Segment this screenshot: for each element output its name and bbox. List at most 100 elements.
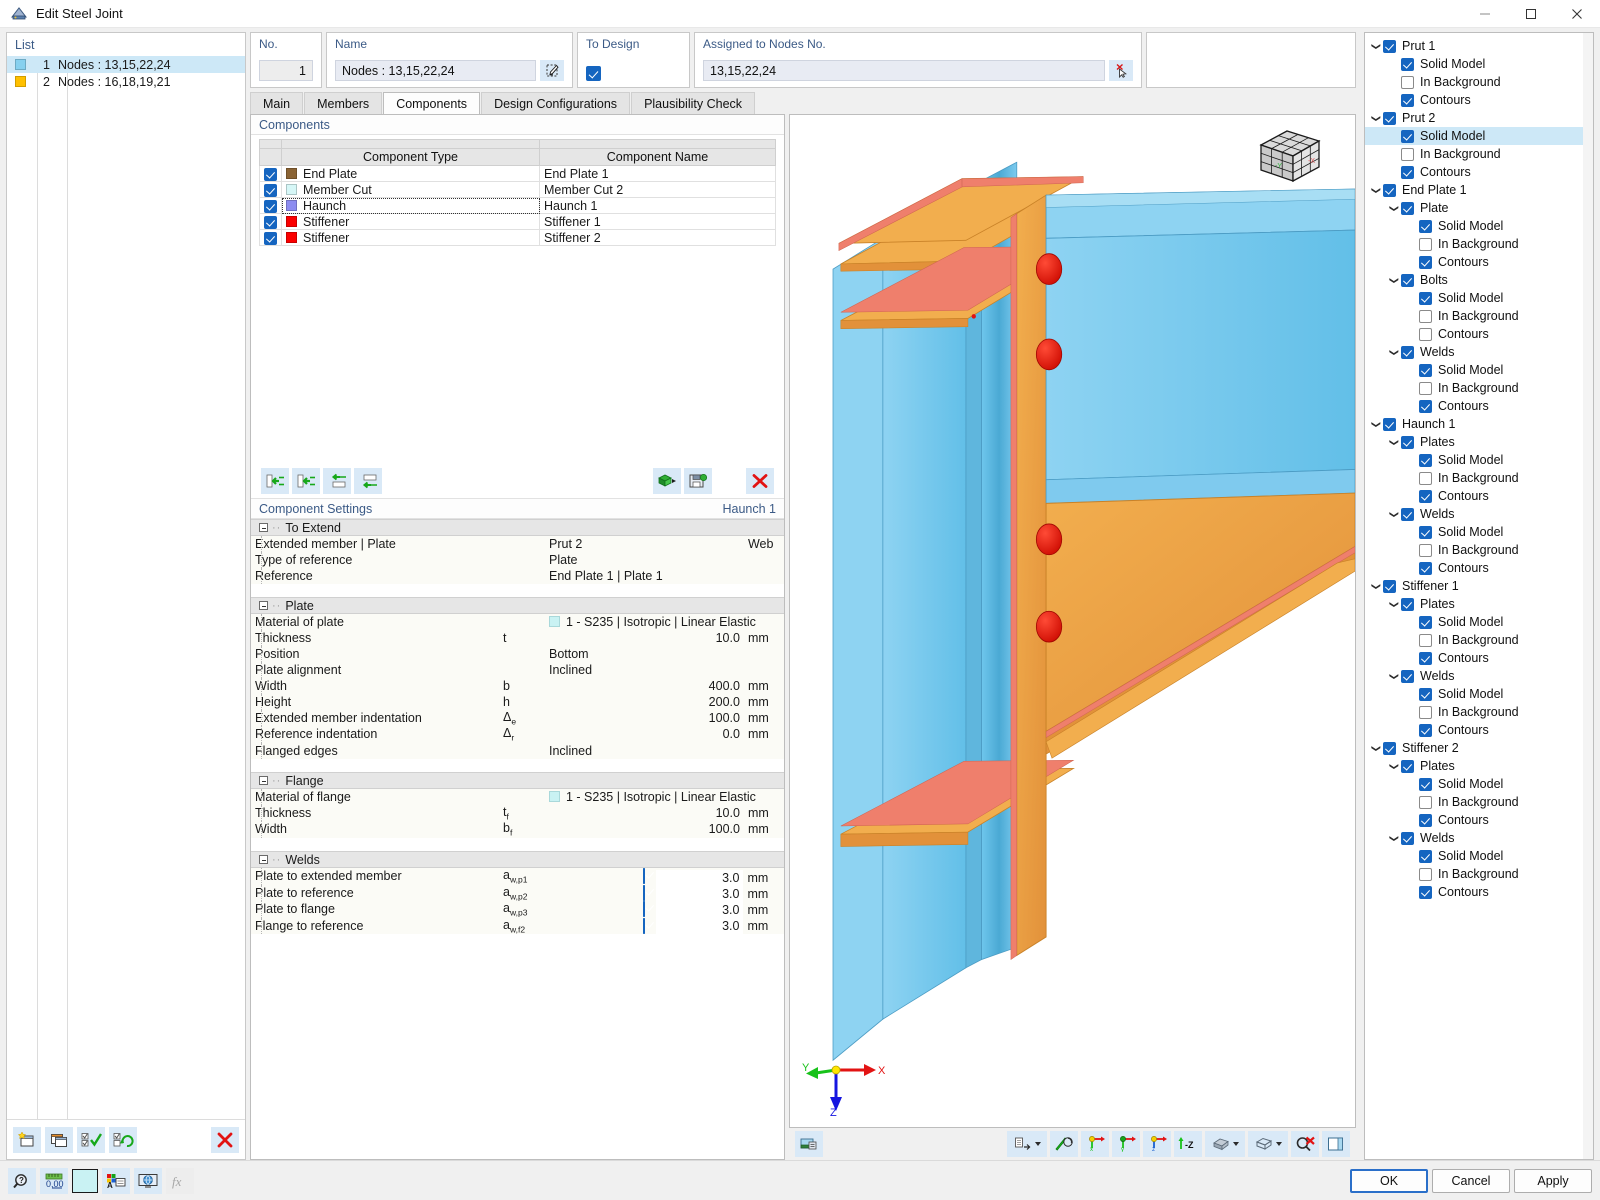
globe-screen-icon[interactable]	[134, 1168, 162, 1194]
settings-row[interactable]: Plate to flange aw,p3	[251, 901, 784, 918]
double-fillet-weld-icon[interactable]	[744, 868, 784, 885]
model-viewport[interactable]: -Y -X X Y	[789, 114, 1356, 1128]
edit-pencil-icon[interactable]	[540, 60, 564, 81]
setting-number[interactable]: 100.0	[545, 821, 744, 838]
chevron-down-icon[interactable]: ❯	[1371, 39, 1382, 53]
display-tree-panel[interactable]: ❯Prut 1❯Solid Model❯In Background❯Contou…	[1364, 32, 1594, 1160]
tree-item[interactable]: ❯In Background	[1365, 235, 1591, 253]
tree-item[interactable]: ❯In Background	[1365, 703, 1591, 721]
settings-row[interactable]: Plate to reference aw,p2	[251, 885, 784, 902]
tree-item-checkbox[interactable]	[1419, 364, 1432, 377]
table-row[interactable]: Member Cut Member Cut 2	[260, 182, 776, 198]
chevron-down-icon[interactable]: ❯	[1389, 759, 1400, 773]
tree-item-checkbox[interactable]	[1401, 58, 1414, 71]
tree-item[interactable]: ❯Solid Model	[1365, 523, 1591, 541]
setting-value-material[interactable]: 1 - S235 | Isotropic | Linear Elastic	[545, 614, 784, 630]
units-ruler-icon[interactable]: 0,00	[40, 1168, 68, 1194]
weld-checkbox-cell[interactable]	[545, 918, 744, 935]
color-swatch[interactable]	[72, 1169, 98, 1193]
render-settings-icon[interactable]	[795, 1131, 823, 1157]
settings-group-header[interactable]: ·· Flange	[251, 773, 784, 789]
settings-row[interactable]: Position Bottom	[251, 646, 784, 662]
tree-item[interactable]: ❯Contours	[1365, 649, 1591, 667]
setting-number[interactable]: 10.0	[545, 805, 744, 822]
tree-item[interactable]: ❯Contours	[1365, 883, 1591, 901]
weld-checkbox-cell[interactable]	[545, 868, 744, 885]
double-fillet-weld-icon[interactable]	[744, 901, 784, 918]
tree-item[interactable]: ❯Welds	[1365, 505, 1591, 523]
tree-item-checkbox[interactable]	[1419, 544, 1432, 557]
weld-checkbox[interactable]	[643, 918, 645, 934]
setting-value[interactable]: Plate	[545, 552, 784, 568]
tree-item-checkbox[interactable]	[1401, 760, 1414, 773]
settings-group-header[interactable]: ·· To Extend	[251, 520, 784, 536]
tree-item[interactable]: ❯Solid Model	[1365, 55, 1591, 73]
setting-number[interactable]: 200.0	[545, 694, 744, 710]
tree-item-checkbox[interactable]	[1401, 130, 1414, 143]
tree-item[interactable]: ❯Bolts	[1365, 271, 1591, 289]
tree-item[interactable]: ❯In Background	[1365, 307, 1591, 325]
row-checkbox-cell[interactable]	[260, 182, 282, 198]
tree-item-checkbox[interactable]	[1419, 238, 1432, 251]
single-fillet-weld-icon[interactable]	[744, 918, 784, 935]
tree-item-checkbox[interactable]	[1401, 598, 1414, 611]
row-checkbox-cell[interactable]	[260, 198, 282, 214]
shaded-box-icon[interactable]	[1205, 1131, 1245, 1157]
row-checkbox[interactable]	[264, 168, 277, 181]
settings-row[interactable]: Material of flange 1 - S235 | Isotropic …	[251, 789, 784, 805]
tree-item[interactable]: ❯Solid Model	[1365, 613, 1591, 631]
tree-item[interactable]: ❯Solid Model	[1365, 361, 1591, 379]
new-window-icon[interactable]	[13, 1127, 41, 1153]
weld-checkbox[interactable]	[643, 868, 645, 884]
tree-item-checkbox[interactable]	[1383, 418, 1396, 431]
tree-item-checkbox[interactable]	[1419, 490, 1432, 503]
arrow-up-left-icon[interactable]	[323, 468, 351, 494]
maximize-button[interactable]	[1508, 0, 1554, 28]
setting-value-2[interactable]: Web	[744, 536, 784, 552]
tree-item[interactable]: ❯Haunch 1	[1365, 415, 1591, 433]
settings-row[interactable]: Thickness t 10.0 mm	[251, 630, 784, 646]
axis-y-icon[interactable]: y	[1112, 1131, 1140, 1157]
close-button[interactable]	[1554, 0, 1600, 28]
list-item[interactable]: 1 Nodes : 13,15,22,24	[7, 56, 245, 73]
row-checkbox-cell[interactable]	[260, 166, 282, 182]
tree-item-checkbox[interactable]	[1401, 148, 1414, 161]
tree-item[interactable]: ❯In Background	[1365, 541, 1591, 559]
tree-item-checkbox[interactable]	[1401, 202, 1414, 215]
measure-icon[interactable]	[1050, 1131, 1078, 1157]
settings-row[interactable]: Width b 400.0 mm	[251, 678, 784, 694]
copy-window-icon[interactable]	[45, 1127, 73, 1153]
tree-item-checkbox[interactable]	[1419, 328, 1432, 341]
ok-button[interactable]: OK	[1350, 1169, 1428, 1193]
minimize-button[interactable]	[1462, 0, 1508, 28]
settings-row[interactable]: Extended member indentation Δe 100.0 mm	[251, 710, 784, 727]
tree-item[interactable]: ❯Stiffener 1	[1365, 577, 1591, 595]
table-row[interactable]: Haunch Haunch 1	[260, 198, 776, 214]
tree-item-checkbox[interactable]	[1419, 526, 1432, 539]
settings-row[interactable]: Reference indentation Δr 0.0 mm	[251, 726, 784, 743]
row-checkbox[interactable]	[264, 232, 277, 245]
tree-item[interactable]: ❯Welds	[1365, 343, 1591, 361]
settings-row[interactable]: Type of reference Plate	[251, 552, 784, 568]
collapse-icon[interactable]	[259, 601, 268, 610]
weld-checkbox-cell[interactable]	[545, 901, 744, 918]
tree-item-checkbox[interactable]	[1383, 580, 1396, 593]
tree-item-checkbox[interactable]	[1419, 292, 1432, 305]
tree-item-checkbox[interactable]	[1419, 634, 1432, 647]
tree-item-checkbox[interactable]	[1419, 796, 1432, 809]
tree-item[interactable]: ❯In Background	[1365, 865, 1591, 883]
setting-value[interactable]: End Plate 1 | Plate 1	[545, 568, 784, 584]
tree-item[interactable]: ❯Plates	[1365, 757, 1591, 775]
tree-item[interactable]: ❯In Background	[1365, 73, 1591, 91]
settings-row[interactable]: Thickness tf 10.0 mm	[251, 805, 784, 822]
tree-item-checkbox[interactable]	[1419, 562, 1432, 575]
zoom-reset-icon[interactable]	[1291, 1131, 1319, 1157]
arrow-left-icon[interactable]	[292, 468, 320, 494]
setting-number[interactable]: 0.0	[545, 726, 744, 743]
weld-checkbox[interactable]	[643, 885, 645, 901]
color-palette-icon[interactable]: A	[102, 1168, 130, 1194]
collapse-icon[interactable]	[259, 523, 268, 532]
tree-item-checkbox[interactable]	[1401, 76, 1414, 89]
tree-item-checkbox[interactable]	[1419, 400, 1432, 413]
tree-item[interactable]: ❯In Background	[1365, 631, 1591, 649]
